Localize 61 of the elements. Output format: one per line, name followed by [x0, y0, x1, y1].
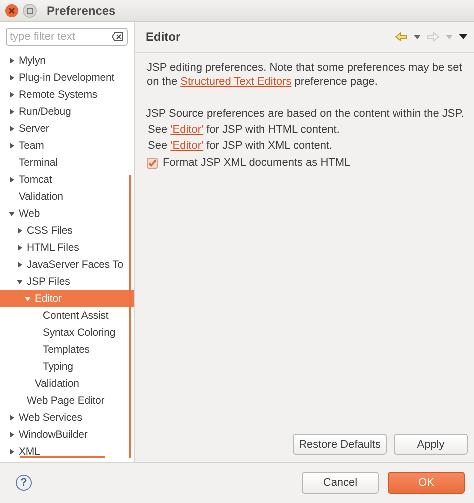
- expanded-arrow-icon[interactable]: [8, 210, 16, 218]
- tree-item[interactable]: Plug-in Development: [0, 69, 134, 86]
- tree-item[interactable]: WindowBuilder: [0, 426, 134, 443]
- note-text: See 'Editor' for JSP with XML content.: [148, 139, 334, 153]
- tree-item[interactable]: Validation: [0, 188, 134, 205]
- tree-item[interactable]: Web: [0, 205, 134, 222]
- tree-item[interactable]: Run/Debug: [0, 103, 134, 120]
- collapsed-arrow-icon[interactable]: [16, 226, 24, 234]
- collapsed-arrow-icon[interactable]: [16, 244, 24, 252]
- tree-item[interactable]: JavaServer Faces To: [0, 256, 134, 273]
- collapsed-arrow-icon[interactable]: [8, 176, 16, 184]
- tree-item[interactable]: Server: [0, 120, 134, 137]
- note-text: JSP Source preferences are based on the content within the JSP.: [146, 107, 466, 121]
- tree-item[interactable]: Templates: [0, 341, 134, 358]
- collapsed-arrow-icon[interactable]: [8, 448, 16, 456]
- maximize-icon[interactable]: [23, 4, 37, 18]
- page-title: Editor: [146, 30, 182, 44]
- filter-field[interactable]: type filter text: [6, 28, 128, 46]
- tree-item[interactable]: JSP Files: [0, 273, 134, 290]
- tree-item[interactable]: CSS Files: [0, 222, 134, 239]
- collapsed-arrow-icon[interactable]: [8, 56, 16, 64]
- tree-item[interactable]: Web Services: [0, 409, 134, 426]
- scrollbar[interactable]: [129, 175, 131, 458]
- collapsed-arrow-icon[interactable]: [8, 430, 16, 438]
- checkbox[interactable]: [147, 158, 158, 168]
- collapsed-arrow-icon[interactable]: [8, 124, 16, 132]
- collapsed-arrow-icon[interactable]: [8, 108, 16, 116]
- expanded-arrow-icon[interactable]: [16, 278, 24, 286]
- link[interactable]: Structured Text Editors: [180, 76, 292, 88]
- dropdown-icon[interactable]: [414, 34, 421, 40]
- tree-item[interactable]: Remote Systems: [0, 86, 134, 103]
- tree-item[interactable]: XML: [0, 443, 134, 460]
- tree-item[interactable]: Tomcat: [0, 171, 134, 188]
- restore-defaults-button[interactable]: Restore Defaults: [293, 434, 387, 455]
- collapsed-arrow-icon[interactable]: [8, 74, 16, 82]
- checkbox-label: Format JSP XML documents as HTML: [163, 157, 351, 169]
- clear-icon[interactable]: [112, 32, 124, 42]
- collapsed-arrow-icon[interactable]: [8, 414, 16, 422]
- collapsed-arrow-icon[interactable]: [16, 260, 24, 268]
- link[interactable]: 'Editor': [170, 124, 204, 136]
- apply-button[interactable]: Apply: [394, 434, 468, 455]
- menu-icon[interactable]: [459, 34, 468, 40]
- tree-item[interactable]: HTML Files: [0, 239, 134, 256]
- tree-item[interactable]: Content Assist: [0, 307, 134, 324]
- tree-item[interactable]: Syntax Coloring: [0, 324, 134, 341]
- collapsed-arrow-icon[interactable]: [8, 90, 16, 98]
- window-title: Preferences: [47, 4, 116, 18]
- description-text: JSP editing preferences. Note that some preferences may be set on the Structured Text Editors preference page.: [147, 61, 464, 89]
- link[interactable]: 'Editor': [170, 140, 204, 152]
- collapsed-arrow-icon[interactable]: [8, 142, 16, 150]
- help-icon[interactable]: ?: [16, 475, 32, 491]
- tree-item[interactable]: Web Page Editor: [0, 392, 134, 409]
- cancel-button[interactable]: Cancel: [302, 472, 379, 494]
- scrollbar[interactable]: [20, 456, 105, 458]
- note-text: See 'Editor' for JSP with HTML content.: [148, 123, 341, 137]
- tree-item[interactable]: Terminal: [0, 154, 134, 171]
- tree-item[interactable]: Team: [0, 137, 134, 154]
- close-icon[interactable]: [5, 4, 19, 18]
- tree-item[interactable]: Validation: [0, 375, 134, 392]
- tree-item[interactable]: Typing: [0, 358, 134, 375]
- tree-item[interactable]: Mylyn: [0, 52, 134, 69]
